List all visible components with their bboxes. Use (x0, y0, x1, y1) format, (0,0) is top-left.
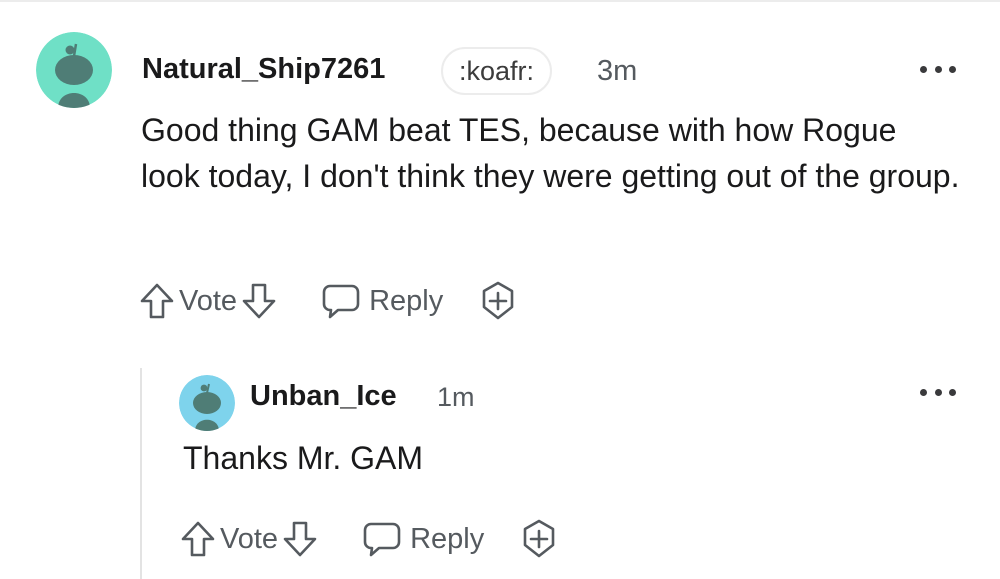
comment-actions: Vote Reply (180, 514, 560, 564)
reply-bubble-icon (321, 282, 361, 320)
award-plus-icon[interactable] (518, 518, 560, 560)
reply-label: Reply (410, 522, 485, 555)
top-divider (0, 0, 1000, 2)
downvote-arrow-icon[interactable] (282, 519, 318, 559)
comment-actions: Vote Reply (139, 276, 519, 326)
reply-button[interactable]: Reply (321, 282, 443, 320)
more-options-icon[interactable] (920, 61, 956, 77)
comment-timestamp: 1m (437, 382, 475, 412)
comment-body: Thanks Mr. GAM (183, 440, 424, 476)
vote-label: Vote (179, 284, 238, 317)
avatar-snoo-icon[interactable] (36, 32, 112, 108)
comment-timestamp: 3m (597, 55, 638, 87)
comment-body: Good thing GAM beat TES, because with ho… (141, 112, 960, 194)
reply-label: Reply (369, 284, 444, 317)
more-options-icon[interactable] (920, 384, 956, 400)
reply-bubble-icon (362, 520, 402, 558)
vote-label: Vote (220, 522, 279, 555)
comment-username[interactable]: Natural_Ship7261 (142, 53, 385, 86)
avatar-snoo-icon[interactable] (179, 375, 235, 431)
user-flair: :koafr: (441, 47, 553, 95)
upvote-arrow-icon[interactable] (139, 281, 175, 321)
upvote-arrow-icon[interactable] (180, 519, 216, 559)
thread-line[interactable] (140, 368, 142, 579)
comment-username[interactable]: Unban_Ice (250, 380, 397, 413)
reply-button[interactable]: Reply (362, 520, 484, 558)
downvote-arrow-icon[interactable] (241, 281, 277, 321)
award-plus-icon[interactable] (477, 280, 519, 322)
